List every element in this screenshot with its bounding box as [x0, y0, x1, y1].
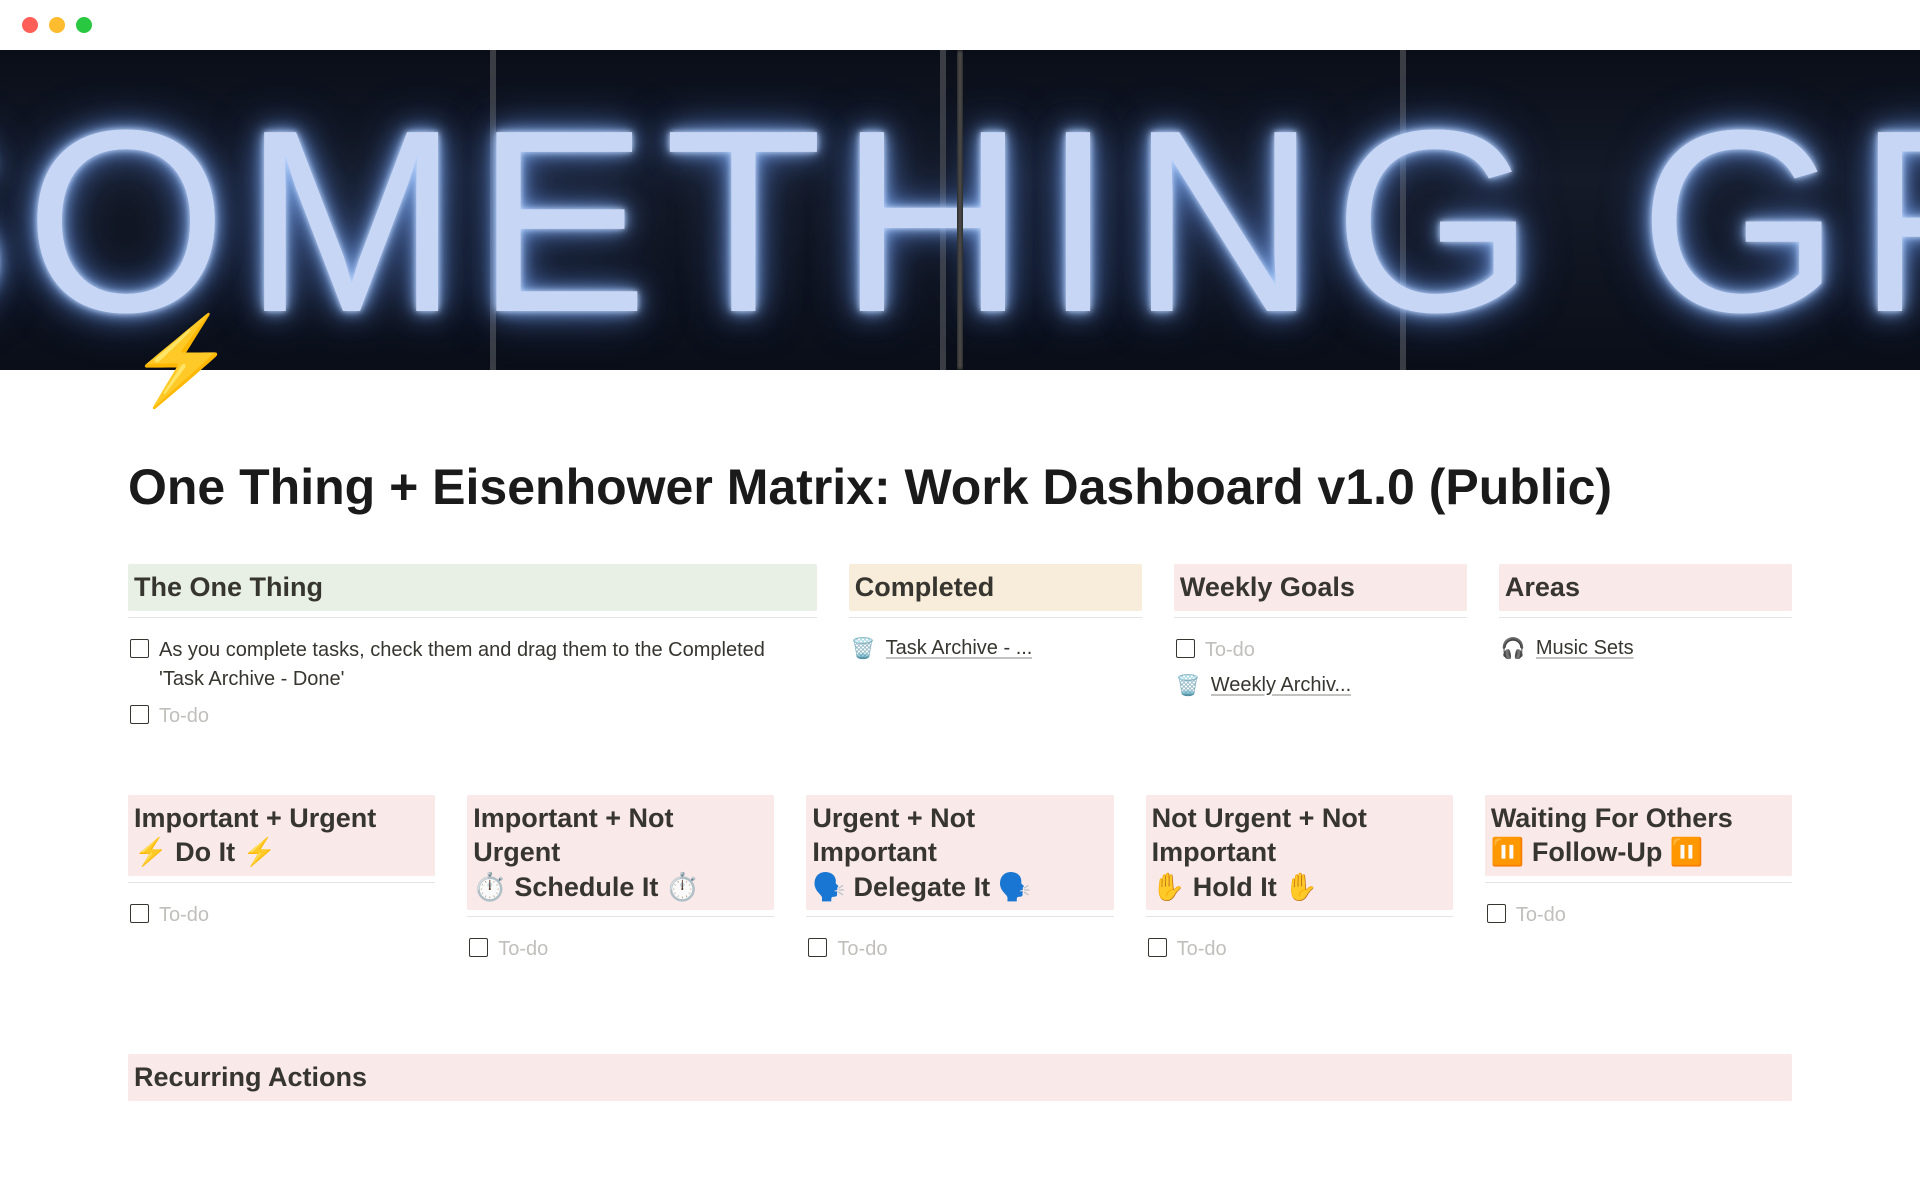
section-header-recurring[interactable]: Recurring Actions	[128, 1054, 1792, 1101]
todo-item[interactable]: To-do	[128, 897, 435, 934]
matrix-hold-it: Not Urgent + Not Important ✋ Hold It ✋ T…	[1146, 795, 1453, 969]
matrix-delegate-it: Urgent + Not Important 🗣️ Delegate It 🗣️…	[806, 795, 1113, 969]
section-header-one-thing[interactable]: The One Thing	[128, 564, 817, 611]
window-minimize-button[interactable]	[49, 17, 65, 33]
todo-item[interactable]: To-do	[1485, 897, 1792, 934]
headphones-icon: 🎧	[1501, 636, 1526, 661]
checkbox[interactable]	[1148, 938, 1167, 957]
checkbox[interactable]	[130, 639, 149, 658]
link-text: Weekly Archiv...	[1211, 674, 1351, 697]
todo-text[interactable]: As you complete tasks, check them and dr…	[159, 636, 815, 694]
section-header-completed[interactable]: Completed	[849, 564, 1142, 611]
todo-item[interactable]: To-do	[128, 698, 817, 735]
divider	[128, 882, 435, 883]
checkbox[interactable]	[130, 904, 149, 923]
section-header-waiting[interactable]: Waiting For Others ⏸️ Follow-Up ⏸️	[1485, 795, 1792, 876]
section-header-schedule-it[interactable]: Important + Not Urgent ⏱️ Schedule It ⏱️	[467, 795, 774, 911]
todo-placeholder[interactable]: To-do	[159, 702, 209, 731]
page-link[interactable]: 🎧 Music Sets	[1499, 632, 1792, 665]
page-icon[interactable]: ⚡	[128, 310, 235, 411]
link-text: Task Archive - ...	[886, 637, 1033, 660]
todo-placeholder[interactable]: To-do	[498, 935, 548, 964]
trash-icon: 🗑️	[1176, 673, 1201, 698]
section-areas: Areas 🎧 Music Sets	[1499, 564, 1792, 735]
section-one-thing: The One Thing As you complete tasks, che…	[128, 564, 817, 735]
divider	[1485, 882, 1792, 883]
divider	[1146, 916, 1453, 917]
divider	[806, 916, 1113, 917]
divider	[1499, 617, 1792, 618]
page-title[interactable]: One Thing + Eisenhower Matrix: Work Dash…	[128, 458, 1792, 516]
todo-placeholder[interactable]: To-do	[159, 901, 209, 930]
checkbox[interactable]	[1487, 904, 1506, 923]
section-header-hold-it[interactable]: Not Urgent + Not Important ✋ Hold It ✋	[1146, 795, 1453, 911]
todo-item[interactable]: To-do	[806, 931, 1113, 968]
link-text: Music Sets	[1536, 637, 1634, 660]
todo-item[interactable]: To-do	[1146, 931, 1453, 968]
section-weekly-goals: Weekly Goals To-do 🗑️ Weekly Archiv...	[1174, 564, 1467, 735]
checkbox[interactable]	[1176, 639, 1195, 658]
section-header-weekly[interactable]: Weekly Goals	[1174, 564, 1467, 611]
divider	[849, 617, 1142, 618]
checkbox[interactable]	[469, 938, 488, 957]
todo-placeholder[interactable]: To-do	[837, 935, 887, 964]
section-completed: Completed 🗑️ Task Archive - ...	[849, 564, 1142, 735]
checkbox[interactable]	[130, 705, 149, 724]
todo-placeholder[interactable]: To-do	[1516, 901, 1566, 930]
window-titlebar	[0, 0, 1920, 50]
divider	[467, 916, 774, 917]
matrix-waiting: Waiting For Others ⏸️ Follow-Up ⏸️ To-do	[1485, 795, 1792, 969]
divider	[1174, 617, 1467, 618]
trash-icon: 🗑️	[851, 636, 876, 661]
divider	[128, 617, 817, 618]
todo-placeholder[interactable]: To-do	[1205, 636, 1255, 665]
matrix-do-it: Important + Urgent ⚡ Do It ⚡ To-do	[128, 795, 435, 969]
page-link[interactable]: 🗑️ Task Archive - ...	[849, 632, 1142, 665]
section-header-areas[interactable]: Areas	[1499, 564, 1792, 611]
section-header-delegate-it[interactable]: Urgent + Not Important 🗣️ Delegate It 🗣️	[806, 795, 1113, 911]
window-maximize-button[interactable]	[76, 17, 92, 33]
checkbox[interactable]	[808, 938, 827, 957]
todo-item[interactable]: To-do	[1174, 632, 1467, 669]
cover-neon-text: DO SOMETHING GREAT	[0, 73, 1920, 371]
cover-image[interactable]: DO SOMETHING GREAT	[0, 50, 1920, 370]
page-link[interactable]: 🗑️ Weekly Archiv...	[1174, 669, 1467, 702]
todo-item[interactable]: As you complete tasks, check them and dr…	[128, 632, 817, 698]
window-close-button[interactable]	[22, 17, 38, 33]
todo-placeholder[interactable]: To-do	[1177, 935, 1227, 964]
todo-item[interactable]: To-do	[467, 931, 774, 968]
section-header-do-it[interactable]: Important + Urgent ⚡ Do It ⚡	[128, 795, 435, 876]
matrix-schedule-it: Important + Not Urgent ⏱️ Schedule It ⏱️…	[467, 795, 774, 969]
